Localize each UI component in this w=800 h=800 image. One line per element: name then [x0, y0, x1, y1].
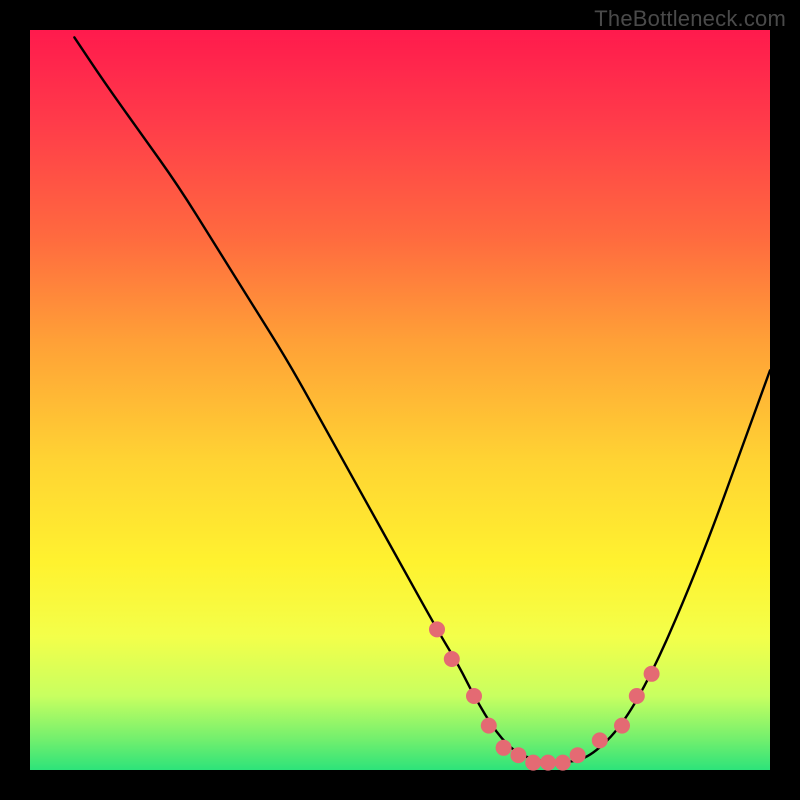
highlight-point: [429, 621, 445, 637]
attribution-text: TheBottleneck.com: [594, 6, 786, 32]
highlight-point: [466, 688, 482, 704]
highlight-point: [444, 651, 460, 667]
curve-layer: [30, 30, 770, 770]
highlight-point: [481, 718, 497, 734]
bottleneck-curve: [74, 37, 770, 762]
highlight-point: [629, 688, 645, 704]
plot-area: [30, 30, 770, 770]
highlight-points: [429, 621, 660, 770]
highlight-point: [525, 755, 541, 771]
highlight-point: [592, 732, 608, 748]
highlight-point: [555, 755, 571, 771]
highlight-point: [540, 755, 556, 771]
highlight-point: [644, 666, 660, 682]
highlight-point: [496, 740, 512, 756]
highlight-point: [570, 747, 586, 763]
highlight-point: [510, 747, 526, 763]
chart-frame: TheBottleneck.com: [0, 0, 800, 800]
highlight-point: [614, 718, 630, 734]
